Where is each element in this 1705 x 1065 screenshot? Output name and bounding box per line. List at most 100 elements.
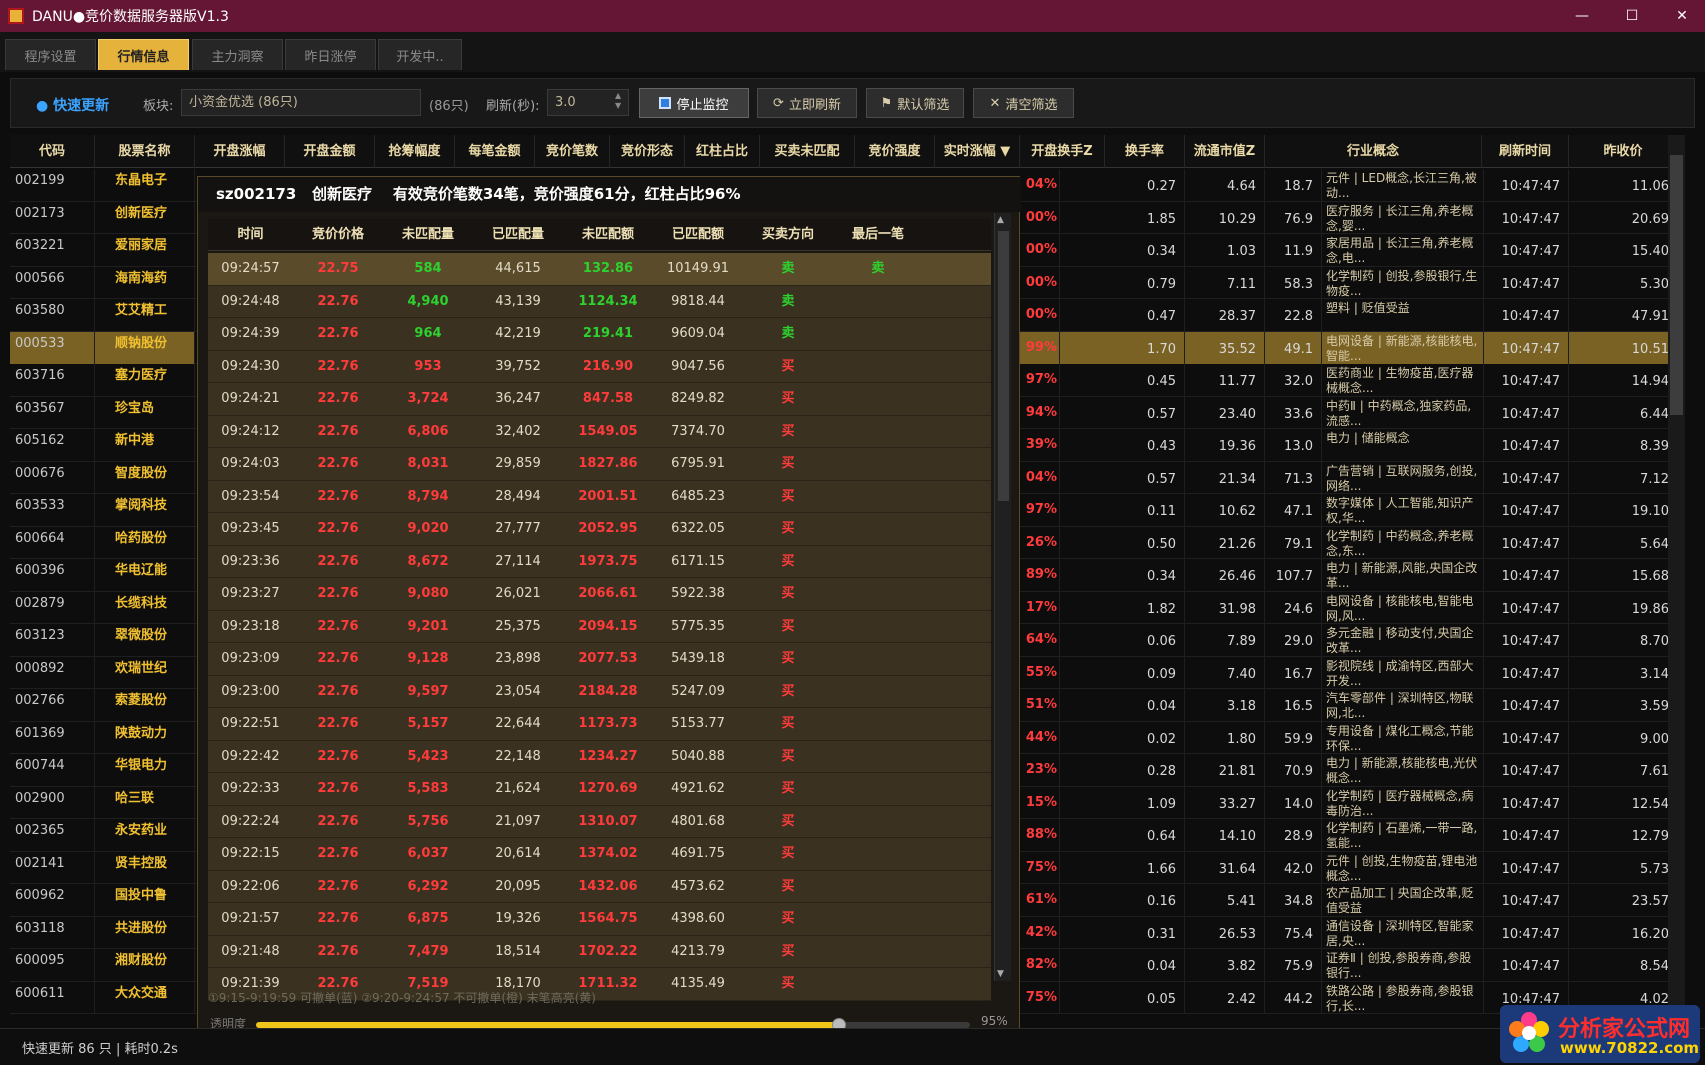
cell-market-cap: 16.7 [1265, 656, 1322, 689]
auction-cell: 22.76 [317, 553, 359, 569]
cell-turnover: 7.40 [1185, 656, 1265, 689]
auction-row[interactable]: 09:24:03 22.76 8,031 29,859 1827.86 6795.91 买 [208, 448, 991, 481]
auction-row[interactable]: 09:21:48 22.76 7,479 18,514 1702.22 4213.79 买 [208, 935, 991, 968]
auction-row[interactable]: 09:22:42 22.76 5,423 22,148 1234.27 5040.88 买 [208, 740, 991, 773]
cell-open-turnover: 0.27 [1105, 169, 1185, 201]
cell-realtime-change: 44% [1020, 721, 1060, 754]
opacity-value: 95% [981, 1014, 1008, 1028]
grid-col-header[interactable]: 刷新时间 [1482, 135, 1569, 168]
auction-cell: 22.76 [317, 618, 359, 634]
auction-row[interactable]: 09:24:39 22.76 964 42,219 219.41 9609.04 卖 [208, 318, 991, 351]
grid-col-header[interactable]: 开盘涨幅 [195, 135, 285, 168]
auction-row[interactable]: 09:22:15 22.76 6,037 20,614 1374.02 4691.75 买 [208, 838, 991, 871]
auction-row[interactable]: 09:24:21 22.76 3,724 36,247 847.58 8249.82 买 [208, 383, 991, 416]
auction-cell: 1124.34 [578, 293, 638, 309]
grid-col-header[interactable]: 红柱占比 [685, 135, 760, 168]
auction-row[interactable]: 09:24:30 22.76 953 39,752 216.90 9047.56 买 [208, 350, 991, 383]
grid-col-header[interactable]: 实时涨幅 ▼ [935, 135, 1020, 168]
auction-row[interactable]: 09:23:18 22.76 9,201 25,375 2094.15 5775.35 买 [208, 610, 991, 643]
grid-col-header[interactable]: 股票名称 [95, 135, 195, 168]
auction-row[interactable]: 09:23:36 22.76 8,672 27,114 1973.75 6171.15 买 [208, 545, 991, 578]
auction-cell: 22.76 [317, 911, 359, 926]
auction-row[interactable]: 09:23:09 22.76 9,128 23,898 2077.53 5439.18 买 [208, 643, 991, 676]
grid-col-header[interactable]: 竞价强度 [855, 135, 935, 168]
grid-col-header[interactable]: 竞价笔数 [535, 135, 610, 168]
auction-cell: 09:22:06 [221, 878, 280, 894]
grid-col-header[interactable]: 抢筹幅度 [375, 135, 455, 168]
flower-logo-icon [1509, 1012, 1549, 1052]
maximize-button[interactable]: ☐ [1609, 0, 1655, 32]
grid-col-header[interactable]: 换手率 [1105, 135, 1185, 168]
grid-col-header[interactable]: 买卖未匹配 [760, 135, 855, 168]
cell-refresh-time: 10:47:47 [1482, 494, 1569, 526]
auction-row[interactable]: 09:23:54 22.76 8,794 28,494 2001.51 6485.23 买 [208, 480, 991, 513]
auction-cell: 19,326 [495, 911, 541, 926]
auction-cell: 43,139 [495, 293, 541, 309]
grid-col-header[interactable]: 流通市值Z [1185, 135, 1265, 168]
auction-row[interactable]: 09:23:27 22.76 9,080 26,021 2066.61 5922.38 买 [208, 578, 991, 611]
auction-cell [833, 318, 923, 350]
auction-cell: 9047.56 [671, 358, 725, 374]
grid-col-header[interactable]: 代码 [10, 135, 95, 168]
scroll-down-icon[interactable]: ▼ [997, 969, 1004, 979]
stop-monitor-button[interactable]: 停止监控 [639, 88, 749, 118]
cell-open-turnover: 0.43 [1105, 429, 1185, 461]
auction-cell [833, 903, 923, 935]
auction-row[interactable]: 09:22:33 22.76 5,583 21,624 1270.69 4921.62 买 [208, 773, 991, 806]
auction-row[interactable]: 09:24:57 22.75 584 44,615 132.86 10149.91 卖 卖 [208, 253, 991, 286]
default-filter-button[interactable]: ⚑ 默认筛选 [866, 88, 964, 118]
auction-cell [833, 838, 923, 870]
auction-row[interactable]: 09:22:24 22.76 5,756 21,097 1310.07 4801.68 买 [208, 805, 991, 838]
grid-col-header[interactable]: 开盘换手Z [1020, 135, 1105, 168]
cell-turnover: 26.53 [1185, 916, 1265, 949]
auction-row[interactable]: 09:22:51 22.76 5,157 22,644 1173.73 5153.77 买 [208, 708, 991, 741]
logo-url: www.70822.com [1560, 1039, 1700, 1057]
auction-cell: 09:24:39 [221, 326, 280, 341]
auction-cell: 4691.75 [671, 846, 725, 861]
cell-name: 哈三联 [95, 786, 195, 819]
cell-name: 海南海药 [95, 266, 195, 299]
tab-market-info[interactable]: 行情信息 [98, 39, 189, 70]
tab-program-settings[interactable]: 程序设置 [5, 39, 96, 70]
board-select[interactable]: 小资金优选 (86只) [181, 89, 421, 116]
cell-code: 000533 [10, 331, 95, 364]
auction-cell: 1432.06 [578, 878, 638, 894]
cell-turnover: 3.18 [1185, 689, 1265, 721]
auction-row[interactable]: 09:23:00 22.76 9,597 23,054 2184.28 5247.09 买 [208, 675, 991, 708]
grid-col-header[interactable]: 开盘金额 [285, 135, 375, 168]
close-button[interactable]: ✕ [1659, 0, 1705, 32]
auction-row[interactable]: 09:22:06 22.76 6,292 20,095 1432.06 4573.62 买 [208, 870, 991, 903]
grid-col-header[interactable]: 行业概念 [1265, 135, 1482, 168]
cell-market-cap: 22.8 [1265, 299, 1322, 331]
auction-row[interactable]: 09:21:57 22.76 6,875 19,326 1564.75 4398.60 买 [208, 903, 991, 936]
cell-code: 000676 [10, 461, 95, 494]
tab-developing[interactable]: 开发中.. [378, 39, 462, 70]
grid-col-header[interactable]: 每笔金额 [455, 135, 535, 168]
scroll-up-icon[interactable]: ▲ [997, 215, 1004, 225]
popup-scrollbar[interactable]: ▲ ▼ [994, 213, 1011, 981]
auction-row[interactable]: 09:24:48 22.76 4,940 43,139 1124.34 9818.44 卖 [208, 285, 991, 318]
cell-name: 爱丽家居 [95, 234, 195, 266]
spinner-arrows-icon[interactable]: ▲ ▼ [615, 91, 621, 111]
auction-cell: 22.76 [317, 293, 359, 309]
cell-realtime-change: 89% [1020, 559, 1060, 591]
auction-cell: 买 [781, 456, 795, 471]
auction-cell: 21,624 [495, 781, 541, 796]
tab-yesterday-limit-up[interactable]: 昨日涨停 [285, 39, 376, 70]
grid-col-header[interactable]: 竞价形态 [610, 135, 685, 168]
cell-refresh-time: 10:47:47 [1482, 331, 1569, 364]
cell-name: 华电辽能 [95, 559, 195, 591]
tab-main-force[interactable]: 主力洞察 [192, 39, 283, 70]
minimize-button[interactable]: — [1559, 0, 1605, 32]
cell-industry: 专用设备 | 煤化工概念,节能环保... [1322, 721, 1484, 754]
grid-scrollbar[interactable] [1668, 135, 1685, 1022]
auction-row[interactable]: 09:24:12 22.76 6,806 32,402 1549.05 7374.70 买 [208, 415, 991, 448]
grid-col-header[interactable]: 昨收价 [1569, 135, 1678, 168]
popup-scroll-thumb[interactable] [998, 231, 1009, 501]
auction-row[interactable]: 09:23:45 22.76 9,020 27,777 2052.95 6322.05 买 [208, 513, 991, 546]
clear-filter-button[interactable]: ✕ 清空筛选 [973, 88, 1074, 118]
cell-prev-close: 12.79 [1569, 819, 1678, 851]
grid-scroll-thumb[interactable] [1670, 155, 1683, 415]
cell-code: 600664 [10, 526, 95, 559]
refresh-now-button[interactable]: ⟳ 立即刷新 [757, 88, 857, 118]
